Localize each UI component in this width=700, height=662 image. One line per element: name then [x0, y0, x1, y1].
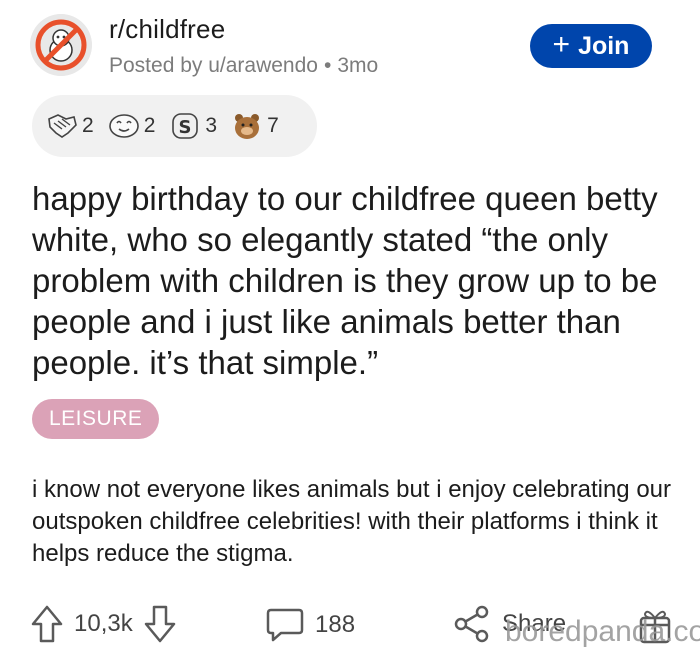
downvote-arrow-icon[interactable] [143, 604, 177, 644]
subreddit-avatar[interactable] [30, 14, 92, 76]
meta-separator: • [323, 54, 332, 77]
upvote-arrow-icon[interactable] [30, 604, 64, 644]
awards-bar[interactable]: 2 2 S 3 7 [32, 95, 317, 157]
join-button[interactable]: + Join [530, 24, 652, 68]
award-silver: S 3 [169, 111, 217, 141]
bear-award-icon [235, 114, 260, 139]
svg-text:S: S [179, 117, 192, 138]
post-flair[interactable]: LEISURE [32, 399, 160, 439]
plus-icon: + [552, 28, 571, 61]
award-handshake: 2 [46, 111, 94, 141]
vote-count: 10,3k [74, 610, 133, 637]
subreddit-name[interactable]: r/childfree [109, 14, 225, 45]
comment-bubble-icon [266, 608, 304, 642]
post-title[interactable]: happy birthday to our childfree queen be… [32, 178, 672, 383]
share-icon [454, 605, 489, 643]
join-label: Join [578, 31, 630, 60]
comment-count: 188 [315, 611, 356, 638]
award-bear: 7 [231, 111, 279, 141]
vote-controls: 10,3k [30, 604, 177, 644]
award-wholesome: 2 [108, 111, 155, 141]
watermark: boredpanda.com [505, 615, 700, 648]
childfree-logo-icon [30, 14, 92, 76]
handshake-award-icon [48, 114, 77, 138]
post-age: 3mo [337, 54, 379, 77]
comments-button[interactable]: 188 [265, 606, 355, 644]
wholesome-face-award-icon [108, 114, 139, 138]
post-meta: Posted by u/arawendo • 3mo [109, 54, 378, 78]
posted-by[interactable]: Posted by u/arawendo [109, 54, 318, 78]
silver-s-award-icon: S [172, 113, 199, 139]
post-body: i know not everyone likes animals but i … [32, 476, 672, 567]
